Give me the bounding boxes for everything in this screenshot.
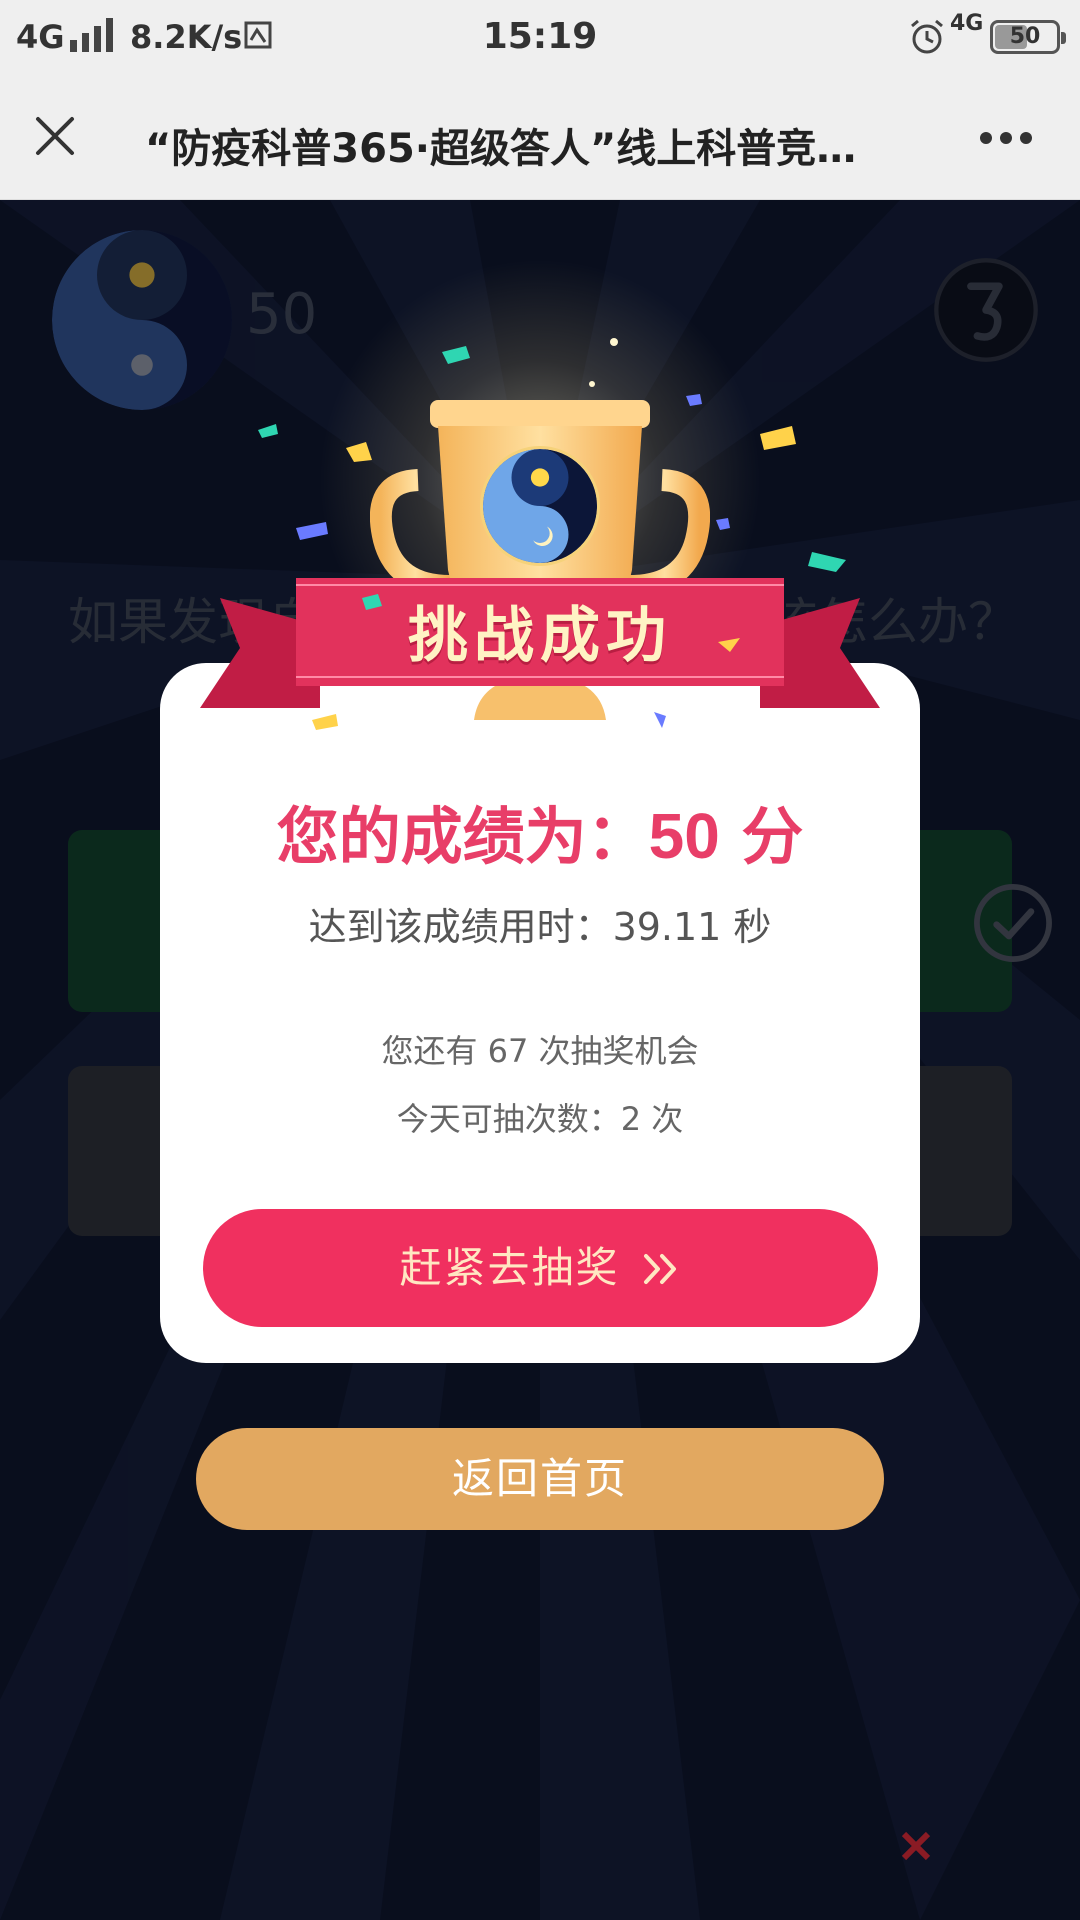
score-unit: 分 — [741, 800, 804, 873]
today-draws-text: 今天可抽次数：2 次 — [396, 1100, 684, 1138]
page-title: “防疫科普365·超级答人”线上科普竞… — [145, 126, 857, 172]
watermark-icon — [901, 1831, 931, 1861]
go-draw-label: 赶紧去抽奖 — [399, 1243, 620, 1292]
screen: 50 如果发现自己可能感染新冠病毒该怎么办？ 4G 8.2K/s 15:19 — [0, 0, 1080, 1920]
close-icon[interactable] — [30, 111, 80, 161]
nav-bar: “防疫科普365·超级答人”线上科普竞… — [0, 76, 1080, 200]
lottery-chances-text: 您还有 67 次抽奖机会 — [381, 1032, 699, 1070]
yin-yang-emblem-icon — [483, 449, 597, 563]
score-line: 您的成绩为：50 分 — [160, 786, 920, 876]
success-banner-text: 挑战成功 — [408, 601, 672, 671]
score-prefix: 您的成绩为： — [276, 800, 649, 873]
alarm-icon — [911, 19, 943, 54]
elapsed-time-text: 达到该成绩用时：39.11 秒 — [308, 905, 772, 949]
go-draw-button[interactable]: 赶紧去抽奖 — [203, 1209, 878, 1327]
back-home-button[interactable]: 返回首页 — [196, 1428, 884, 1530]
battery-level: 50 — [1009, 24, 1041, 49]
watermark-logo — [900, 1830, 1060, 1870]
double-chevron-right-icon — [643, 1254, 676, 1284]
battery-icon: 50 — [990, 20, 1066, 54]
status-bar: 4G 8.2K/s 15:19 4G 50 — [0, 0, 1080, 76]
trophy-emblem — [480, 446, 600, 566]
more-icon[interactable] — [978, 130, 1034, 146]
network-type-secondary: 4G — [950, 11, 984, 36]
score-value: 50 — [648, 800, 720, 872]
